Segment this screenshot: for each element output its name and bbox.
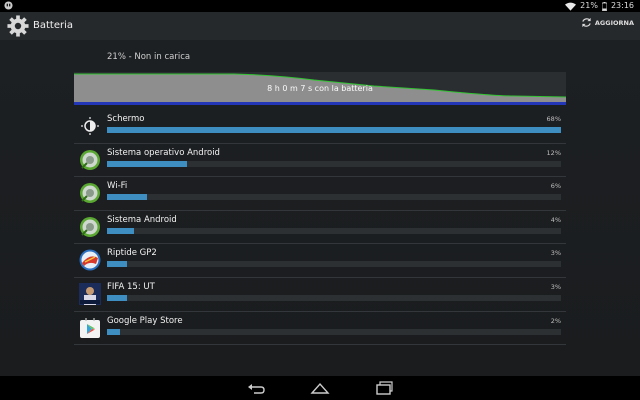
usage-bar-fill xyxy=(107,194,148,201)
usage-row-fifa-15[interactable]: FIFA 15: UT 3% xyxy=(74,278,566,312)
usage-row-riptide-gp2[interactable]: Riptide GP2 3% xyxy=(74,244,566,278)
refresh-button[interactable]: AGGIORNA xyxy=(581,17,634,28)
recents-icon xyxy=(376,381,393,395)
usage-bar xyxy=(107,261,561,268)
usage-name: Google Play Store xyxy=(107,315,183,326)
usage-bar xyxy=(107,294,561,301)
usage-row-schermo[interactable]: Schermo 68% xyxy=(74,110,566,144)
riptide-gp2-icon xyxy=(79,249,101,271)
usage-bar-fill xyxy=(107,328,121,335)
android-system-icon xyxy=(80,149,100,170)
usage-name: Schermo xyxy=(107,114,145,124)
usage-percent: 2% xyxy=(550,316,561,325)
usage-bar-fill xyxy=(107,261,128,268)
usage-bar xyxy=(107,227,561,234)
usage-name: Sistema operativo Android xyxy=(107,147,220,158)
usage-bar xyxy=(107,328,561,335)
usage-percent: 4% xyxy=(550,215,561,224)
usage-row-google-play-store[interactable]: Google Play Store 2% xyxy=(74,312,566,346)
page-title: Batteria xyxy=(33,20,73,31)
refresh-label: AGGIORNA xyxy=(594,18,634,27)
usage-name: Sistema Android xyxy=(107,214,177,225)
battery-history-graph[interactable]: 8 h 0 m 7 s con la batteria xyxy=(74,72,566,105)
wifi-status-icon xyxy=(565,2,577,11)
battery-icon xyxy=(601,1,607,11)
usage-bar xyxy=(107,160,561,167)
android-system-icon xyxy=(80,216,100,237)
battery-percent: 21% xyxy=(580,1,598,10)
wifi-icon xyxy=(80,183,100,204)
battery-content: 21% - Non in carica 8 h 0 m 7 s con la b… xyxy=(0,40,640,376)
home-icon xyxy=(310,382,330,394)
usage-bar xyxy=(107,194,561,201)
usage-row-sistema-operativo-android[interactable]: Sistema operativo Android 12% xyxy=(74,144,566,178)
refresh-icon xyxy=(582,17,591,28)
usage-row-wifi[interactable]: Wi-Fi 6% xyxy=(74,177,566,211)
clock: 23:16 xyxy=(610,1,634,10)
android-notification-icon xyxy=(4,1,13,10)
battery-status: 21% - Non in carica xyxy=(107,52,191,62)
usage-percent: 12% xyxy=(546,148,561,157)
recents-button[interactable] xyxy=(374,380,394,396)
usage-bar xyxy=(107,127,561,133)
graph-label: 8 h 0 m 7 s con la batteria xyxy=(267,84,373,93)
usage-bar-fill xyxy=(107,160,188,167)
usage-percent: 3% xyxy=(550,282,561,291)
usage-list: Schermo 68% Sistema operativo Android 12… xyxy=(74,110,566,346)
usage-percent: 68% xyxy=(546,115,561,123)
graph-baseline xyxy=(74,102,566,105)
usage-bar-fill xyxy=(107,127,561,133)
usage-name: Riptide GP2 xyxy=(107,248,157,259)
home-button[interactable] xyxy=(310,380,330,396)
settings-gear-icon[interactable] xyxy=(7,15,29,37)
usage-percent: 6% xyxy=(550,182,561,191)
fifa15-icon xyxy=(79,282,101,305)
action-bar: Batteria AGGIORNA xyxy=(0,12,640,40)
usage-name: Wi-Fi xyxy=(107,181,128,192)
back-icon xyxy=(248,384,265,394)
back-button[interactable] xyxy=(246,380,266,396)
usage-bar-fill xyxy=(107,294,128,301)
screen-brightness-icon xyxy=(81,117,99,135)
usage-percent: 3% xyxy=(550,249,561,258)
navigation-bar xyxy=(0,376,640,400)
usage-name: FIFA 15: UT xyxy=(107,281,155,292)
usage-bar-fill xyxy=(107,227,134,234)
status-bar: 21% 23:16 xyxy=(0,0,640,12)
usage-row-sistema-android[interactable]: Sistema Android 4% xyxy=(74,211,566,245)
play-store-icon xyxy=(80,317,100,338)
